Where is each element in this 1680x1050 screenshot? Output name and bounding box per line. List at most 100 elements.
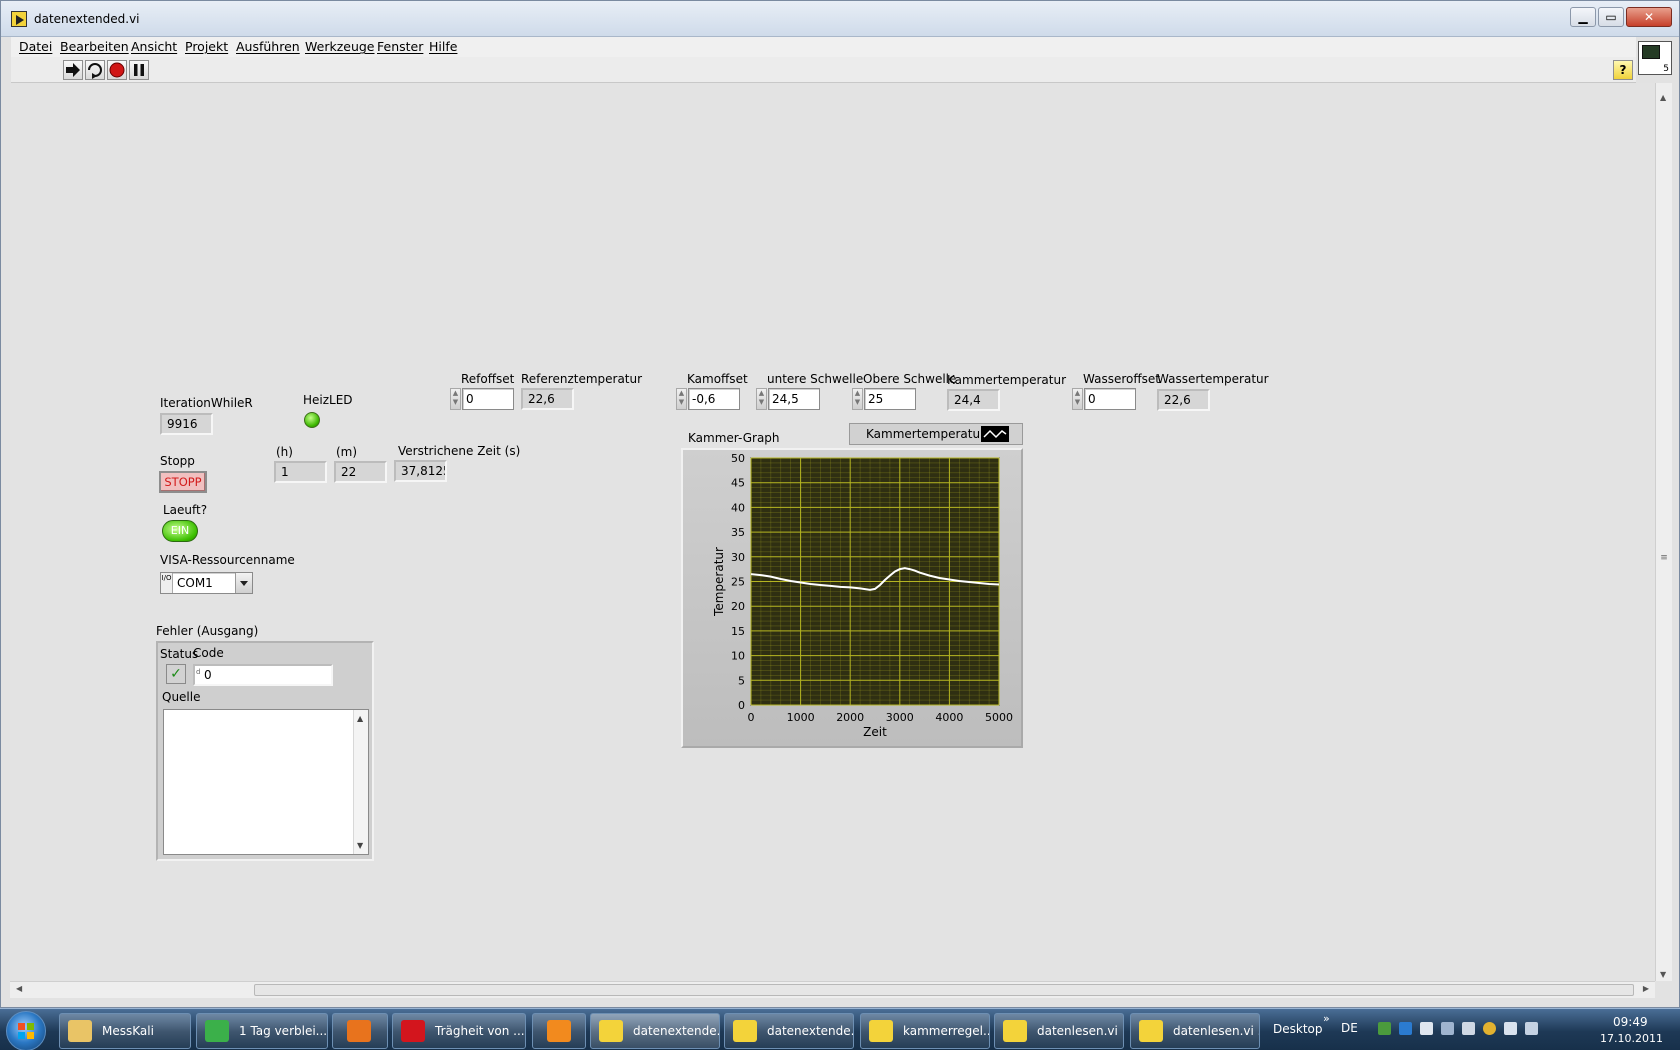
x-tick-label: 5000 <box>985 711 1013 724</box>
windows-logo-icon <box>18 1023 34 1039</box>
kamoffset-control[interactable]: -0,6 <box>688 388 740 410</box>
taskbar-item[interactable]: datenlesen.vi <box>994 1013 1124 1049</box>
y-tick-label: 40 <box>731 501 745 514</box>
obere-schwelle-label: Obere Schwelle <box>863 372 957 386</box>
firefox-icon <box>347 1020 371 1042</box>
y-tick-label: 5 <box>738 674 745 687</box>
tools-tray-icon[interactable] <box>1399 1022 1412 1035</box>
scroll-right-arrow-icon[interactable]: ▶ <box>1643 984 1649 993</box>
flag-tray-icon[interactable] <box>1504 1022 1517 1035</box>
untere-schwelle-spinner[interactable]: ▲ ▼ <box>756 388 767 410</box>
clock-time[interactable]: 09:49 <box>1613 1015 1648 1029</box>
untere-schwelle-control[interactable]: 24,5 <box>768 388 820 410</box>
visa-label: VISA-Ressourcenname <box>160 553 295 567</box>
scroll-left-arrow-icon[interactable]: ◀ <box>16 984 22 993</box>
context-help-button[interactable]: ? <box>1613 60 1633 80</box>
obere-schwelle-spinner[interactable]: ▲ ▼ <box>852 388 863 410</box>
stopp-label: Stopp <box>160 454 195 468</box>
refoffset-label: Refoffset <box>461 372 515 386</box>
taskbar-item[interactable] <box>532 1013 586 1049</box>
remote-icon <box>205 1020 229 1042</box>
menu-ansicht[interactable]: Ansicht <box>131 39 177 54</box>
scroll-up-arrow-icon[interactable]: ▲ <box>1660 93 1666 102</box>
clock-date[interactable]: 17.10.2011 <box>1600 1032 1663 1045</box>
wasseroffset-spinner[interactable]: ▲ ▼ <box>1072 388 1083 410</box>
kamoffset-spinner[interactable]: ▲ ▼ <box>676 388 687 410</box>
wasseroffset-control[interactable]: 0 <box>1084 388 1136 410</box>
bluetooth-tray-icon[interactable] <box>1462 1022 1475 1035</box>
menu-hilfe[interactable]: Hilfe <box>429 39 457 54</box>
scroll-up-icon[interactable]: ▲ <box>357 714 363 723</box>
taskbar-item[interactable]: datenextende... <box>590 1013 720 1049</box>
horizontal-scrollbar[interactable]: ◀ ▶ <box>10 981 1655 998</box>
window-title: datenextended.vi <box>34 12 140 26</box>
taskbar-item-label: datenlesen.vi ... <box>1173 1024 1260 1038</box>
error-code-indicator: 0 <box>193 664 333 686</box>
error-source-indicator: ▲ ▼ <box>163 709 369 855</box>
maximize-button[interactable]: ▭ <box>1598 7 1624 27</box>
plot-legend[interactable]: Kammertemperatur <box>849 423 1023 445</box>
labview-icon <box>1139 1020 1163 1042</box>
labview-icon <box>599 1020 623 1042</box>
abort-button[interactable] <box>107 60 127 80</box>
usb-tray-icon[interactable] <box>1441 1022 1454 1035</box>
settings-tray-icon[interactable] <box>1483 1022 1496 1035</box>
taskbar-item[interactable]: MessKali <box>59 1013 191 1049</box>
error-cluster-label: Fehler (Ausgang) <box>156 624 259 638</box>
menu-fenster[interactable]: Fenster <box>377 39 423 54</box>
pause-button[interactable] <box>129 60 149 80</box>
taskbar-item[interactable]: datenextende... <box>724 1013 854 1049</box>
menu-ausfuehren[interactable]: Ausführen <box>236 39 300 54</box>
taskbar-item[interactable]: datenlesen.vi ... <box>1130 1013 1260 1049</box>
x-tick-label: 3000 <box>886 711 914 724</box>
taskbar-item-label: datenextende... <box>767 1024 854 1038</box>
scroll-down-arrow-icon[interactable]: ▼ <box>1660 970 1666 979</box>
taskbar-item-label: 1 Tag verblei... <box>239 1024 328 1038</box>
refoffset-spinner[interactable]: ▲ ▼ <box>450 388 461 410</box>
untere-schwelle-label: untere Schwelle <box>767 372 864 386</box>
refoffset-control[interactable]: 0 <box>462 388 514 410</box>
taskbar-item[interactable]: kammerregel... <box>860 1013 990 1049</box>
kammer-graph[interactable]: 0 1000 2000 3000 4000 5000 0 5 10 15 20 25 30 35 40 45 5… <box>683 450 1021 746</box>
taskbar-item-label: MessKali <box>102 1024 154 1038</box>
network-icon[interactable] <box>1378 1022 1391 1035</box>
start-button[interactable] <box>6 1011 46 1050</box>
error-code-label: Code <box>193 646 224 660</box>
horizontal-scroll-thumb[interactable] <box>254 984 1634 996</box>
run-arrow-icon <box>66 63 80 77</box>
heizled-indicator <box>304 412 320 428</box>
hours-label: (h) <box>276 445 293 459</box>
labview-icon <box>869 1020 893 1042</box>
language-indicator[interactable]: DE <box>1341 1021 1358 1035</box>
taskbar-item[interactable]: 1 Tag verblei... <box>196 1013 328 1049</box>
toolbar: ? <box>11 57 1636 83</box>
run-button[interactable] <box>63 60 83 80</box>
run-continuously-button[interactable] <box>85 60 105 80</box>
taskbar-item[interactable]: Trägheit von ... <box>392 1013 526 1049</box>
close-button[interactable]: ✕ <box>1626 7 1672 27</box>
stopp-button[interactable]: STOPP <box>159 471 207 493</box>
menu-bar: Datei Bearbeiten Ansicht Projekt Ausführ… <box>11 37 1636 57</box>
source-scrollbar[interactable]: ▲ ▼ <box>353 710 368 854</box>
menu-werkzeuge[interactable]: Werkzeuge <box>305 39 375 54</box>
scroll-thumb-grip-icon[interactable]: ≡ <box>1657 553 1671 567</box>
visa-dropdown-button[interactable] <box>235 573 252 593</box>
vertical-scrollbar[interactable]: ▲ ≡ ▼ <box>1655 83 1672 981</box>
elapsed-label: Verstrichene Zeit (s) <box>398 444 521 458</box>
iteration-indicator: 9916 <box>160 413 213 435</box>
title-bar[interactable]: datenextended.vi ▁ ▭ ✕ <box>1 1 1679 37</box>
y-tick-label: 15 <box>731 625 745 638</box>
toolbar-chevron-icon[interactable]: » <box>1323 1012 1330 1025</box>
scroll-down-icon[interactable]: ▼ <box>357 841 363 850</box>
taskbar-item[interactable] <box>332 1013 388 1049</box>
obere-schwelle-control[interactable]: 25 <box>864 388 916 410</box>
menu-datei[interactable]: Datei <box>19 39 52 54</box>
volume-icon[interactable] <box>1525 1022 1538 1035</box>
device-tray-icon[interactable] <box>1420 1022 1433 1035</box>
desktop-toolbar-label[interactable]: Desktop <box>1273 1022 1323 1036</box>
x-tick-label: 4000 <box>935 711 963 724</box>
menu-bearbeiten[interactable]: Bearbeiten <box>60 39 129 54</box>
vi-connector-icon[interactable] <box>1638 41 1672 75</box>
menu-projekt[interactable]: Projekt <box>185 39 228 54</box>
minimize-button[interactable]: ▁ <box>1570 7 1596 27</box>
